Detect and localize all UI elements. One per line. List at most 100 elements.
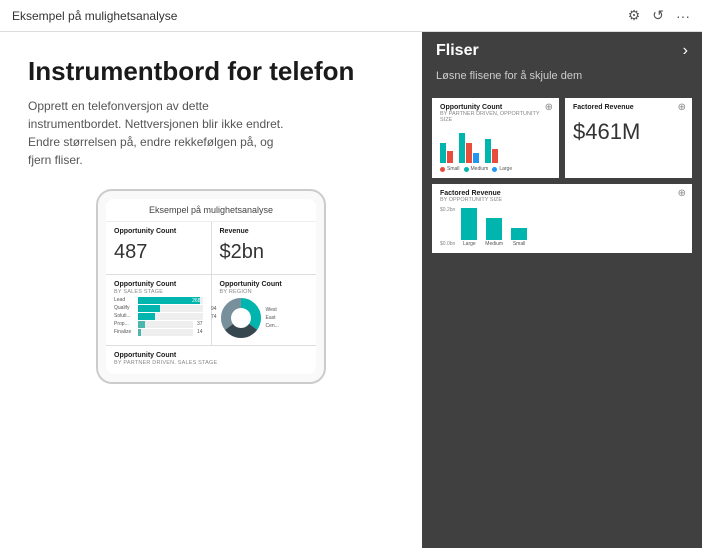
legend-dot (440, 167, 445, 172)
bar-group-1 (440, 143, 453, 163)
tile-partner-sub: BY PARTNER DRIVEN. SALES STAGE (114, 360, 308, 366)
bar-fill (138, 329, 141, 336)
fliser-chevron-icon[interactable]: › (683, 42, 688, 60)
phone-header: Eksempel på mulighetsanalyse (106, 199, 316, 222)
fliser-opp-label: Opportunity Count (440, 104, 551, 111)
fliser-revenue-chart-sub: BY OPPORTUNITY SIZE (440, 197, 684, 203)
legend-label: Medium (471, 166, 489, 172)
bar-col-medium: Medium (485, 218, 503, 247)
bar-label: Finalize (114, 329, 136, 335)
undo-icon[interactable]: ↺ (652, 7, 664, 24)
page-description: Opprett en telefonversjon av dette instr… (28, 97, 288, 169)
page-title: Instrumentbord for telefon (28, 56, 394, 87)
y-label-bottom: $0.0bn (440, 241, 455, 247)
tile-partner: Opportunity Count BY PARTNER DRIVEN. SAL… (106, 345, 316, 374)
fliser-tile-revenue-chart[interactable]: ⊕ Factored Revenue BY OPPORTUNITY SIZE $… (432, 184, 692, 253)
bar-chart-stage: Lead 268 Qualify 94 (114, 297, 203, 336)
bar (459, 133, 465, 163)
fliser-legend: Small Medium Large (440, 166, 551, 172)
tile-opp-stage-sub: BY SALES STAGE (114, 289, 203, 295)
bar-x-label: Large (463, 241, 476, 247)
tile-partner-label: Opportunity Count (114, 352, 308, 360)
pin-icon[interactable]: ⊕ (545, 102, 553, 113)
bar (447, 151, 453, 163)
left-panel: Instrumentbord for telefon Opprett en te… (0, 32, 422, 548)
tile-opp-region-sub: BY REGION (220, 289, 309, 295)
legend-large: Large (492, 166, 512, 172)
bar-val-outside: 14 (197, 329, 203, 335)
bar-large (461, 208, 477, 240)
bar-track: 74 (138, 313, 203, 320)
bar-fill (138, 313, 155, 320)
bar-val: 74 (211, 314, 217, 320)
fliser-header: Fliser › (422, 32, 702, 70)
bar-small (511, 228, 527, 240)
bar-x-label: Medium (485, 241, 503, 247)
tile-opp-stage: Opportunity Count BY SALES STAGE Lead 26… (106, 275, 211, 345)
fliser-revenue-value: $461M (573, 119, 684, 145)
fliser-opp-sublabel: BY PARTNER DRIVEN, OPPORTUNITY SIZE (440, 111, 551, 123)
more-icon[interactable]: ··· (676, 8, 690, 24)
tile-opp-region: Opportunity Count BY REGION (212, 275, 317, 345)
bar-track: 94 (138, 305, 203, 312)
legend-label: Small (447, 166, 460, 172)
bar-fill (138, 297, 200, 304)
donut-tile: West East Cen... (220, 297, 309, 339)
legend-medium: Medium (464, 166, 489, 172)
bar-val: 94 (211, 306, 217, 312)
bar-track: 268 (138, 297, 203, 304)
phone-screen: Eksempel på mulighetsanalyse Opportunity… (106, 199, 316, 374)
bar-label: Prop... (114, 321, 136, 327)
bar-group-2 (459, 133, 479, 163)
tile-revenue-value: $2bn (220, 241, 309, 264)
bar (492, 149, 498, 163)
fliser-tile-revenue[interactable]: ⊕ Factored Revenue $461M (565, 98, 692, 178)
legend-dot (464, 167, 469, 172)
y-label-top: $0.2bn (440, 207, 455, 213)
legend-dot (492, 167, 497, 172)
bar-track (138, 329, 193, 336)
top-bar: Eksempel på mulighetsanalyse ⚙ ↺ ··· (0, 0, 702, 32)
donut-chart (220, 297, 262, 339)
bar-row: Soluti... 74 (114, 313, 203, 320)
fliser-title: Fliser (436, 42, 479, 60)
bar-track (138, 321, 193, 328)
tile-revenue-label: Revenue (220, 228, 309, 236)
y-axis: $0.2bn $0.0bn (440, 207, 455, 247)
tile-opp-count: Opportunity Count 487 (106, 222, 211, 273)
bar-label: Soluti... (114, 313, 136, 319)
tile-opp-label: Opportunity Count (114, 228, 203, 236)
bar-row: Finalize 14 (114, 329, 203, 336)
bar-label: Qualify (114, 305, 136, 311)
bar-col-small: Small (511, 228, 527, 247)
tile-opp-value: 487 (114, 241, 203, 264)
bar (466, 143, 472, 163)
bar-label: Lead (114, 297, 136, 303)
region-west: West (266, 306, 279, 314)
bar-val-outside: 37 (197, 321, 203, 327)
fliser-bar-group (440, 127, 551, 163)
bar-row: Prop... 37 (114, 321, 203, 328)
pin-icon[interactable]: ⊕ (678, 188, 686, 199)
bar-row: Lead 268 (114, 297, 203, 304)
phone-mockup: Eksempel på mulighetsanalyse Opportunity… (96, 189, 326, 384)
main-layout: Instrumentbord for telefon Opprett en te… (0, 32, 702, 548)
bar (473, 153, 479, 163)
bar-x-label: Small (513, 241, 526, 247)
bar (440, 143, 446, 163)
tile-opp-region-label: Opportunity Count (220, 281, 309, 289)
top-bar-title: Eksempel på mulighetsanalyse (12, 9, 177, 23)
pin-icon[interactable]: ⚙ (628, 7, 641, 24)
bar-fill (138, 321, 145, 328)
legend-label: Large (499, 166, 512, 172)
tile-opp-stage-label: Opportunity Count (114, 281, 203, 289)
pin-icon[interactable]: ⊕ (678, 102, 686, 113)
fliser-subtitle: Løsne flisene for å skjule dem (422, 70, 702, 92)
fliser-tiles-grid: ⊕ Opportunity Count BY PARTNER DRIVEN, O… (422, 92, 702, 184)
top-bar-icons: ⚙ ↺ ··· (628, 7, 690, 24)
bar-fill (138, 305, 160, 312)
bar-medium (486, 218, 502, 240)
fliser-tile-opp-count[interactable]: ⊕ Opportunity Count BY PARTNER DRIVEN, O… (432, 98, 559, 178)
bar-group-area: Large Medium Small (461, 207, 527, 247)
legend-small: Small (440, 166, 460, 172)
